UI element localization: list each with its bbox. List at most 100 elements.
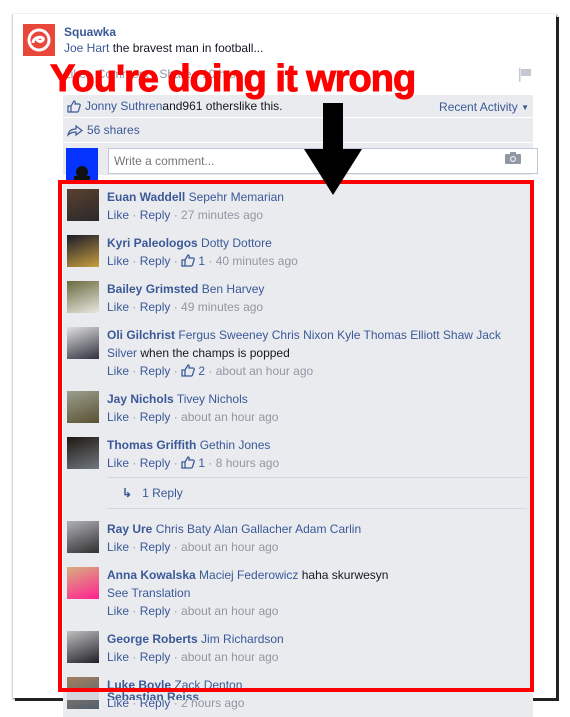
comment-like-link[interactable]: Like: [107, 650, 129, 664]
camera-icon[interactable]: [505, 152, 521, 164]
comment-timestamp[interactable]: about an hour ago: [181, 540, 278, 554]
write-comment-row: [63, 143, 538, 180]
comment-text: haha skurwesyn: [298, 568, 389, 582]
comment-timestamp[interactable]: about an hour ago: [181, 650, 278, 664]
comment-meta: Like · Reply · about an hour ago: [107, 408, 527, 426]
comment: Bailey Grimsted Ben Harvey Like · Reply ·…: [63, 275, 533, 321]
post-text-link[interactable]: Joe Hart: [64, 41, 109, 55]
tagged-users[interactable]: Maciej Federowicz: [199, 568, 298, 582]
comment-item: Bailey Grimsted Ben Harvey Like · Reply ·…: [63, 275, 533, 321]
avatar[interactable]: [67, 521, 99, 553]
comment-reply-link[interactable]: Reply: [140, 364, 171, 378]
separator: ·: [170, 300, 182, 314]
comment-text: when the champs is popped: [137, 346, 290, 360]
separator: ·: [170, 456, 182, 470]
avatar[interactable]: [67, 567, 99, 599]
comment-like-count[interactable]: 1: [181, 456, 205, 470]
comment-meta: Like · Reply · 1 · 40 minutes ago: [107, 252, 527, 270]
separator: ·: [129, 300, 140, 314]
comment-like-count[interactable]: 1: [181, 254, 205, 268]
post-text: Joe Hart the bravest man in football...: [64, 41, 263, 55]
avatar[interactable]: [67, 235, 99, 267]
comment-timestamp[interactable]: about an hour ago: [181, 604, 278, 618]
see-translation-link[interactable]: See Translation: [107, 584, 527, 602]
comment: Oli Gilchrist Fergus Sweeney Chris Nixon…: [63, 321, 533, 385]
share-arrow-icon: [67, 124, 83, 137]
comment-reply-link[interactable]: Reply: [140, 650, 171, 664]
comment-like-link[interactable]: Like: [107, 456, 129, 470]
separator: ·: [170, 410, 182, 424]
page-name-link[interactable]: Squawka: [64, 25, 116, 39]
comment-timestamp[interactable]: about an hour ago: [216, 364, 313, 378]
comment-author-link[interactable]: Jay Nichols: [107, 392, 174, 406]
avatar[interactable]: [67, 189, 99, 221]
view-replies-link[interactable]: ↳ 1 Reply: [107, 477, 527, 509]
comment-timestamp[interactable]: about an hour ago: [181, 410, 278, 424]
comment-like-link[interactable]: Like: [107, 364, 129, 378]
comment-like-count[interactable]: 2: [181, 364, 205, 378]
comment-timestamp[interactable]: 40 minutes ago: [216, 254, 298, 268]
separator: ·: [205, 364, 216, 378]
separator: ·: [205, 254, 216, 268]
comment-timestamp[interactable]: 27 minutes ago: [181, 208, 263, 222]
comment-reply-link[interactable]: Reply: [140, 254, 171, 268]
comment-item: Thomas Griffith Gethin Jones Like · Reply…: [63, 431, 533, 515]
comment-timestamp[interactable]: 8 hours ago: [216, 456, 279, 470]
comment-reply-link[interactable]: Reply: [140, 208, 171, 222]
avatar[interactable]: [67, 281, 99, 313]
separator: ·: [170, 540, 182, 554]
likes-others-link[interactable]: 961 others: [182, 99, 239, 113]
tagged-users[interactable]: Sepehr Memarian: [189, 190, 284, 204]
comment-author-link[interactable]: Kyri Paleologos: [107, 236, 198, 250]
comment-like-link[interactable]: Like: [107, 410, 129, 424]
comment-body: Jay Nichols Tivey Nichols Like · Reply · …: [107, 390, 533, 426]
comment-like-link[interactable]: Like: [107, 208, 129, 222]
squawka-logo[interactable]: [23, 24, 55, 56]
shares-summary[interactable]: 56 shares: [63, 118, 533, 143]
comment-author-link[interactable]: Bailey Grimsted: [107, 282, 198, 296]
comment-reply-link[interactable]: Reply: [140, 604, 171, 618]
comment-like-link[interactable]: Like: [107, 254, 129, 268]
comment-meta: Like · Reply · 49 minutes ago: [107, 298, 527, 316]
comments-list: Euan Waddell Sepehr Memarian Like · Reply…: [63, 183, 533, 717]
comment-author-link[interactable]: George Roberts: [107, 632, 198, 646]
comment-reply-link[interactable]: Reply: [140, 410, 171, 424]
comment-reply-link[interactable]: Reply: [140, 300, 171, 314]
tagged-users[interactable]: Ben Harvey: [202, 282, 265, 296]
comment-author-link[interactable]: Oli Gilchrist: [107, 328, 175, 342]
comment-author-link[interactable]: Euan Waddell: [107, 190, 185, 204]
comment-author-link[interactable]: Thomas Griffith: [107, 438, 196, 452]
separator: ·: [205, 456, 216, 470]
comment-reply-link[interactable]: Reply: [140, 540, 171, 554]
comment-like-link[interactable]: Like: [107, 604, 129, 618]
liker-name-link[interactable]: Jonny Suthren: [85, 99, 162, 113]
avatar[interactable]: [67, 327, 99, 359]
tagged-users[interactable]: Tivey Nichols: [177, 392, 248, 406]
recent-activity-dropdown[interactable]: Recent Activity ▼: [439, 100, 529, 114]
avatar[interactable]: [67, 391, 99, 423]
comment-author-link[interactable]: Sebastian Reiss: [107, 690, 199, 700]
tagged-users[interactable]: Dotty Dottore: [201, 236, 272, 250]
comment-timestamp[interactable]: 49 minutes ago: [181, 300, 263, 314]
post-text-rest: the bravest man in football...: [109, 41, 264, 55]
separator: ·: [129, 650, 140, 664]
comment-like-link[interactable]: Like: [107, 300, 129, 314]
comment-item: George Roberts Jim Richardson Like · Repl…: [63, 625, 533, 671]
comment-author-link[interactable]: Anna Kowalska: [107, 568, 196, 582]
comment-author-link[interactable]: Ray Ure: [107, 522, 152, 536]
tagged-users[interactable]: Chris Baty Alan Gallacher Adam Carlin: [156, 522, 361, 536]
comment-meta: Like · Reply · about an hour ago: [107, 648, 527, 666]
avatar[interactable]: [67, 631, 99, 663]
report-flag-icon[interactable]: [518, 68, 532, 82]
like-count-icon: [181, 364, 195, 377]
tagged-users[interactable]: Jim Richardson: [201, 632, 284, 646]
comment-reply-link[interactable]: Reply: [140, 456, 171, 470]
comment-body: Bailey Grimsted Ben Harvey Like · Reply ·…: [107, 280, 533, 316]
comment-like-link[interactable]: Like: [107, 540, 129, 554]
current-user-avatar: [66, 148, 98, 180]
down-arrow-annotation-icon: [304, 103, 362, 195]
tagged-users[interactable]: Gethin Jones: [200, 438, 271, 452]
avatar[interactable]: [67, 437, 99, 469]
comment: Anna Kowalska Maciej Federowicz haha sku…: [63, 561, 533, 625]
comment: Euan Waddell Sepehr Memarian Like · Reply…: [63, 183, 533, 229]
